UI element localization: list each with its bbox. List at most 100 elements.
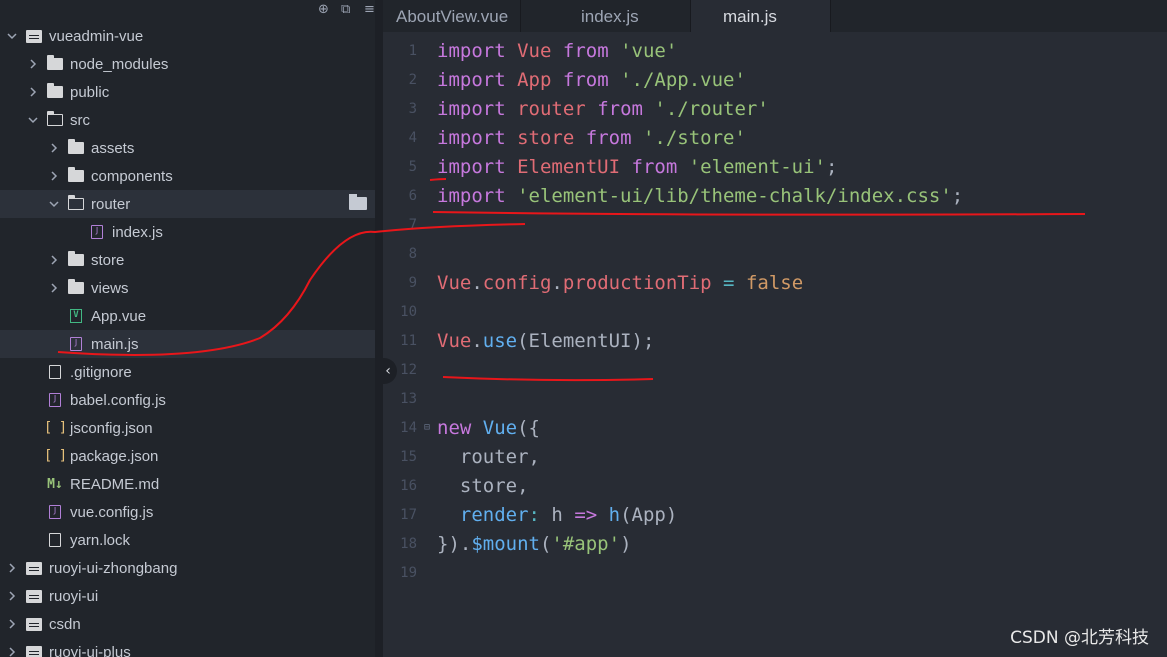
- tree-item-vue-config-js[interactable]: Jvue.config.js: [0, 498, 375, 526]
- chevron-right-icon[interactable]: [5, 591, 19, 601]
- code-token: new: [437, 416, 472, 439]
- line-number: 16: [400, 477, 417, 494]
- code-line[interactable]: 18}).$mount('#app'): [383, 529, 1167, 558]
- code-token: from: [631, 155, 678, 178]
- root-folder-icon: [25, 28, 43, 44]
- code-line[interactable]: 2 import App from './App.vue': [383, 65, 1167, 94]
- code-line[interactable]: 4 import store from './store': [383, 123, 1167, 152]
- file-icon: [46, 532, 64, 548]
- collapse-all-icon[interactable]: ⧉: [341, 2, 350, 18]
- code-line[interactable]: 9 Vue.config.productionTip = false: [383, 268, 1167, 297]
- tree-item-ruoyi-ui[interactable]: ruoyi-ui: [0, 582, 375, 610]
- code-line[interactable]: 15 router,: [383, 442, 1167, 471]
- tree-item-assets[interactable]: assets: [0, 134, 375, 162]
- tree-item-package-json[interactable]: [ ] package.json: [0, 442, 375, 470]
- code-line[interactable]: 10: [383, 297, 1167, 326]
- line-number: 19: [400, 564, 417, 581]
- chevron-down-icon[interactable]: [26, 115, 40, 125]
- file-explorer-sidebar: ⊕ ⧉ ≡ vueadmin-vue node_modulespublic src a…: [0, 0, 375, 657]
- code-token: =>: [574, 503, 598, 526]
- tree-item-views[interactable]: views: [0, 274, 375, 302]
- tree-item-ruoyi-ui-zhongbang[interactable]: ruoyi-ui-zhongbang: [0, 554, 375, 582]
- code-line[interactable]: 3 import router from './router': [383, 94, 1167, 123]
- code-token: .: [551, 271, 563, 294]
- tree-item-label: public: [70, 83, 110, 101]
- tree-item-src[interactable]: src: [0, 106, 375, 134]
- code-line[interactable]: 12: [383, 355, 1167, 384]
- tab-aboutview-vue[interactable]: AboutView.vue: [383, 0, 521, 32]
- chevron-right-icon[interactable]: [5, 619, 19, 629]
- tree-item-store[interactable]: store: [0, 246, 375, 274]
- code-token: ({: [517, 416, 540, 439]
- tree-item-label: package.json: [70, 447, 159, 465]
- folder-icon: [46, 83, 64, 100]
- tree-item-node-modules[interactable]: node_modules: [0, 50, 375, 78]
- tree-item-app-vue[interactable]: V App.vue: [0, 302, 375, 330]
- code-token: productionTip: [562, 271, 712, 294]
- tree-item-public[interactable]: public: [0, 78, 375, 106]
- chevron-right-icon[interactable]: [5, 647, 19, 657]
- chevron-right-icon[interactable]: [5, 563, 19, 573]
- vue-file-icon: V: [67, 308, 85, 324]
- chevron-right-icon[interactable]: [47, 171, 61, 181]
- tree-item-babel-config-js[interactable]: Jbabel.config.js: [0, 386, 375, 414]
- tree-item-csdn[interactable]: csdn: [0, 610, 375, 638]
- chevron-down-icon[interactable]: [47, 199, 61, 209]
- root-folder-icon: [25, 616, 43, 632]
- chevron-left-icon: ‹: [385, 363, 391, 379]
- js-file-icon: J: [46, 392, 64, 408]
- line-number: 5: [408, 158, 417, 175]
- tree-item-vueadmin-vue[interactable]: vueadmin-vue: [0, 22, 375, 50]
- js-file-icon: J: [88, 224, 106, 240]
- chevron-right-icon[interactable]: [26, 87, 40, 97]
- tree-item-components[interactable]: components: [0, 162, 375, 190]
- code-line[interactable]: 6 import 'element-ui/lib/theme-chalk/inde…: [383, 181, 1167, 210]
- code-line[interactable]: 7: [383, 210, 1167, 239]
- tree-item-gitignore[interactable]: .gitignore: [0, 358, 375, 386]
- root-folder-icon: [25, 588, 43, 604]
- code-token: router: [517, 97, 586, 120]
- code-text: import store from './store': [437, 127, 746, 149]
- tree-item-main-js[interactable]: Jmain.js: [0, 330, 375, 358]
- tree-item-ruoyi-ui-plus[interactable]: ruoyi-ui-plus: [0, 638, 375, 657]
- code-line[interactable]: 8: [383, 239, 1167, 268]
- markdown-file-icon: M↓: [47, 476, 63, 492]
- code-token: import: [437, 155, 506, 178]
- chevron-right-icon[interactable]: [47, 255, 61, 265]
- folder-icon: [67, 167, 85, 184]
- fold-toggle-icon[interactable]: ⊟: [417, 422, 437, 433]
- tree-item-readme-md[interactable]: M↓ README.md: [0, 470, 375, 498]
- code-line[interactable]: 19: [383, 558, 1167, 587]
- target-icon[interactable]: ⊕: [318, 2, 329, 18]
- chevron-down-icon[interactable]: [5, 31, 19, 41]
- menu-icon[interactable]: ≡: [364, 2, 375, 18]
- code-token: Vue: [482, 416, 518, 439]
- tree-item-label: ruoyi-ui-plus: [49, 643, 131, 657]
- code-line[interactable]: 17 render: h => h(App): [383, 500, 1167, 529]
- sidebar-divider[interactable]: [375, 0, 383, 657]
- code-line[interactable]: 14 ⊟ new Vue({: [383, 413, 1167, 442]
- tree-item-router[interactable]: router: [0, 190, 375, 218]
- chevron-right-icon[interactable]: [47, 143, 61, 153]
- tab-index-js[interactable]: index.js: [521, 0, 691, 32]
- code-editor[interactable]: 1 import Vue from 'vue' 2 import App from '…: [383, 32, 1167, 657]
- code-line[interactable]: 16 store,: [383, 471, 1167, 500]
- new-folder-icon[interactable]: [349, 194, 367, 210]
- code-line[interactable]: 1 import Vue from 'vue': [383, 36, 1167, 65]
- code-line[interactable]: 13: [383, 384, 1167, 413]
- code-line[interactable]: 11 Vue.use(ElementUI);: [383, 326, 1167, 355]
- chevron-right-icon[interactable]: [26, 59, 40, 69]
- tree-item-index-js[interactable]: Jindex.js: [0, 218, 375, 246]
- code-line[interactable]: 5 import ElementUI from 'element-ui';: [383, 152, 1167, 181]
- tab-main-js[interactable]: main.js: [691, 0, 831, 32]
- tree-item-yarn-lock[interactable]: yarn.lock: [0, 526, 375, 554]
- chevron-right-icon[interactable]: [47, 283, 61, 293]
- tree-item-jsconfig-json[interactable]: [ ] jsconfig.json: [0, 414, 375, 442]
- code-token: (: [539, 532, 552, 555]
